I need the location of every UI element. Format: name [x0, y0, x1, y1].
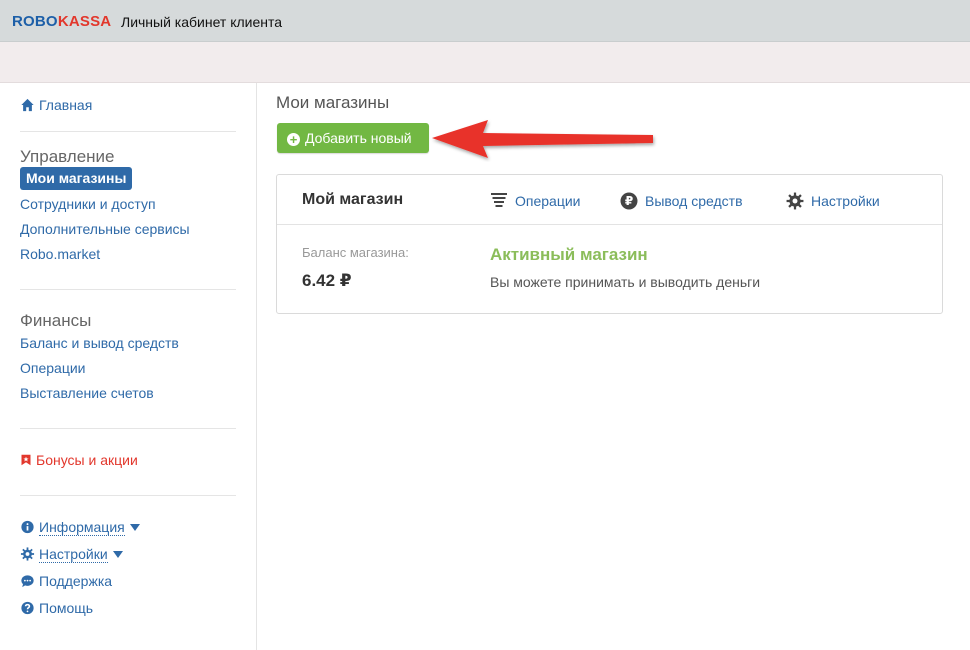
section-title-management: Управление: [20, 147, 115, 166]
red-arrow-annotation: [432, 120, 653, 158]
sidebar-item-label: Информация: [39, 519, 125, 536]
sidebar-item-home[interactable]: Главная: [20, 97, 92, 113]
sidebar-item-label: Поддержка: [39, 573, 113, 589]
sidebar-item-bonuses[interactable]: Бонусы и акции: [20, 452, 138, 468]
shop-card-header: Мой магазин Операции ₽ Вывод средств Наст…: [277, 175, 942, 225]
logo-kassa: KASSA: [57, 13, 112, 30]
sidebar-item-employees[interactable]: Сотрудники и доступ: [20, 196, 156, 212]
page-title: Мои магазины: [276, 93, 390, 112]
sidebar-divider: [20, 495, 236, 496]
top-header: ROBOKASSA Личный кабинет клиента: [0, 0, 970, 42]
shop-withdraw-link[interactable]: ₽ Вывод средств: [620, 192, 743, 210]
shop-status-description: Вы можете принимать и выводить деньги: [490, 274, 761, 290]
plus-circle-icon: +: [287, 133, 300, 146]
home-icon: [21, 98, 34, 112]
sidebar-divider: [20, 289, 236, 290]
sidebar: Главная Управление Мои магазины Сотрудни…: [0, 83, 257, 650]
gear-icon: [20, 547, 35, 561]
section-title-finance: Финансы: [20, 311, 92, 330]
shop-operations-label: Операции: [515, 193, 581, 209]
gear-icon: [786, 192, 804, 210]
shop-withdraw-label: Вывод средств: [645, 193, 743, 209]
shop-status: Активный магазин: [490, 245, 648, 264]
sidebar-item-label: Настройки: [39, 546, 108, 563]
caret-down-icon: [129, 524, 140, 531]
operations-list-icon: [491, 193, 507, 207]
sidebar-item-balance[interactable]: Баланс и вывод средств: [20, 335, 179, 351]
add-new-shop-button[interactable]: + Добавить новый: [277, 123, 429, 153]
balance-label: Баланс магазина:: [302, 245, 409, 260]
robokassa-logo[interactable]: ROBOKASSA: [12, 13, 111, 30]
svg-text:₽: ₽: [625, 194, 633, 208]
add-new-shop-label: Добавить новый: [305, 130, 412, 146]
ruble-coin-icon: ₽: [620, 192, 638, 210]
info-icon: [21, 520, 34, 534]
question-icon: [21, 601, 34, 615]
shop-name: Мой магазин: [302, 191, 404, 208]
sidebar-item-additional-services[interactable]: Дополнительные сервисы: [20, 221, 190, 237]
sidebar-item-robo-market[interactable]: Robo.market: [20, 246, 100, 262]
sidebar-divider: [20, 428, 236, 429]
chat-bubble-icon: [21, 575, 34, 588]
sidebar-item-settings[interactable]: Настройки: [20, 546, 123, 563]
caret-down-icon: [112, 551, 123, 558]
bookmark-star-icon: [21, 454, 31, 466]
sub-header-bar: [0, 42, 970, 83]
header-title: Личный кабинет клиента: [121, 14, 283, 30]
shop-settings-label: Настройки: [811, 193, 880, 209]
sidebar-item-info[interactable]: Информация: [20, 519, 140, 536]
logo-robo: ROBO: [12, 13, 58, 30]
sidebar-item-operations[interactable]: Операции: [20, 360, 86, 376]
sidebar-item-label: Помощь: [39, 600, 94, 616]
sidebar-item-help[interactable]: Помощь: [20, 600, 93, 616]
shop-card: Мой магазин Операции ₽ Вывод средств Наст…: [276, 174, 943, 314]
sidebar-item-invoicing[interactable]: Выставление счетов: [20, 385, 154, 401]
balance-value: 6.42 ₽: [302, 271, 352, 290]
shop-operations-link[interactable]: Операции: [490, 192, 581, 210]
sidebar-item-my-shops[interactable]: Мои магазины: [20, 167, 133, 190]
sidebar-divider: [20, 131, 236, 132]
sidebar-item-label: Главная: [39, 97, 93, 113]
sidebar-item-label: Бонусы и акции: [36, 452, 138, 468]
sidebar-item-support[interactable]: Поддержка: [20, 573, 112, 589]
shop-settings-link[interactable]: Настройки: [786, 192, 880, 210]
